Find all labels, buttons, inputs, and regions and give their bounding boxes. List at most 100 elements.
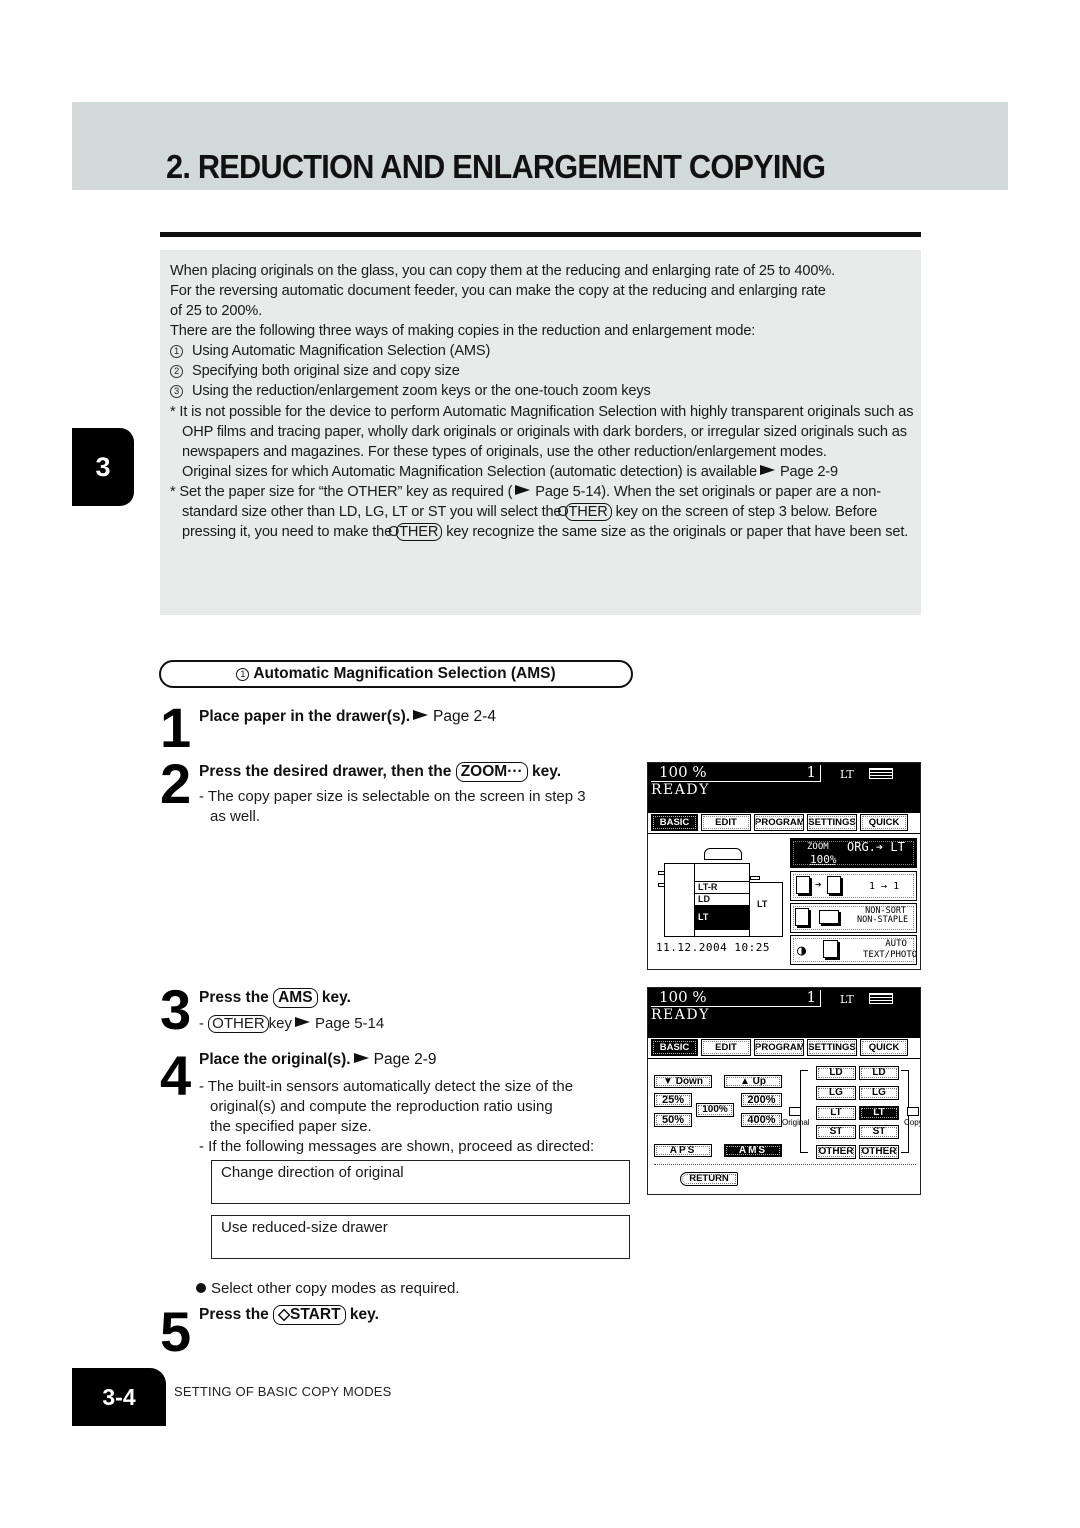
original-size-other[interactable]: OTHER bbox=[816, 1145, 856, 1159]
zoom-25-button[interactable]: 25% bbox=[654, 1093, 692, 1107]
zoom-down-button[interactable]: ▼ Down bbox=[654, 1075, 712, 1088]
copy-label: Copy bbox=[904, 1118, 921, 1127]
arrow-right-icon bbox=[295, 1017, 311, 1027]
step-text-line: - The built-in sensors automatically det… bbox=[199, 1078, 574, 1095]
bullet-text: Select other copy modes as required. bbox=[211, 1280, 460, 1297]
aps-button[interactable]: APS bbox=[654, 1144, 712, 1157]
duplex-button[interactable]: ➔ 1 → 1 bbox=[790, 871, 917, 901]
step-text-line: as well. bbox=[210, 808, 261, 825]
ratio-value: 100 % bbox=[659, 988, 707, 1006]
staple-icon bbox=[819, 910, 839, 924]
tab-edit[interactable]: EDIT bbox=[701, 814, 751, 831]
intro-line: When placing originals on the glass, you… bbox=[170, 263, 836, 279]
copy-size-ld[interactable]: LD bbox=[859, 1066, 899, 1080]
ams-button-selected[interactable]: AMS bbox=[724, 1144, 782, 1157]
step-text-line: - The copy paper size is selectable on t… bbox=[199, 788, 586, 805]
ratio-display: 100 % 1 bbox=[651, 765, 821, 782]
finishing-mode: NON-SORT NON-STAPLE bbox=[857, 907, 908, 925]
copy-size-lg[interactable]: LG bbox=[859, 1086, 899, 1100]
paper-size: LT bbox=[840, 993, 854, 1006]
copy-size-icon bbox=[907, 1107, 919, 1116]
original-size-ld[interactable]: LD bbox=[816, 1066, 856, 1080]
chapter-tab: 3 bbox=[72, 428, 134, 506]
step-heading-text: key. bbox=[321, 989, 351, 1006]
dash: - bbox=[199, 1015, 204, 1032]
note-ref-text: Original sizes for which Automatic Magni… bbox=[182, 464, 757, 480]
finishing-staple: NON-STAPLE bbox=[857, 915, 909, 925]
exit-tray-icon bbox=[750, 876, 760, 880]
step-text-line: key bbox=[268, 1015, 293, 1032]
intro-line: of 25 to 200%. bbox=[170, 303, 263, 319]
tab-program[interactable]: PROGRAM bbox=[754, 1039, 805, 1056]
page-link[interactable]: Page 2-9 bbox=[374, 1051, 437, 1068]
tab-settings[interactable]: SETTINGS bbox=[807, 1039, 857, 1056]
original-size-lt[interactable]: LT bbox=[816, 1106, 856, 1120]
page-link[interactable]: Page 5-14 bbox=[315, 1015, 384, 1032]
copy-size-lt-selected[interactable]: LT bbox=[859, 1106, 899, 1120]
copy-size-other[interactable]: OTHER bbox=[859, 1145, 899, 1159]
arrow-icon: ➔ bbox=[815, 878, 822, 891]
note-text: key recognize the same size as the origi… bbox=[446, 524, 909, 540]
tab-underline bbox=[648, 1058, 920, 1059]
zoom-200-button[interactable]: 200% bbox=[741, 1093, 782, 1107]
zoom-400-button[interactable]: 400% bbox=[741, 1113, 782, 1127]
step-heading-text: Press the bbox=[199, 989, 269, 1006]
zoom-100-button[interactable]: 100% bbox=[696, 1103, 734, 1117]
zoom-label: ZOOM bbox=[807, 842, 829, 852]
step-text-line: the specified paper size. bbox=[210, 1118, 372, 1135]
page-link[interactable]: Page 2-4 bbox=[433, 708, 496, 725]
zoom-50-button[interactable]: 50% bbox=[654, 1113, 692, 1127]
finisher-body bbox=[664, 863, 695, 937]
copy-size-st[interactable]: ST bbox=[859, 1125, 899, 1139]
page-link[interactable]: Page 2-9 bbox=[780, 464, 838, 480]
drawer-button-selected[interactable]: LT bbox=[694, 905, 750, 930]
way-text: Specifying both original size and copy s… bbox=[192, 363, 460, 379]
return-button[interactable]: RETURN bbox=[680, 1172, 738, 1186]
divider bbox=[654, 1164, 916, 1165]
paper-level-icon bbox=[869, 993, 893, 1004]
step-2-text: - The copy paper size is selectable on t… bbox=[199, 787, 586, 827]
tab-edit[interactable]: EDIT bbox=[701, 1039, 751, 1056]
step-number-5: 5 bbox=[160, 1300, 191, 1363]
section-rule bbox=[160, 232, 921, 237]
zoom-up-button[interactable]: ▲ Up bbox=[724, 1075, 782, 1088]
intro-line: For the reversing automatic document fee… bbox=[170, 283, 826, 299]
tab-quick[interactable]: QUICK bbox=[860, 814, 908, 831]
image-mode: AUTO TEXT/PHOTO bbox=[863, 939, 917, 961]
step-5-heading: Press the ◇START key. bbox=[199, 1305, 379, 1325]
ams-keycap: AMS bbox=[273, 988, 318, 1008]
image-mode-type: TEXT/PHOTO bbox=[863, 950, 918, 960]
tab-program[interactable]: PROGRAM bbox=[754, 814, 805, 831]
ratio-value: 100 % bbox=[659, 763, 707, 781]
tab-basic[interactable]: BASIC bbox=[651, 814, 698, 831]
original-page-icon bbox=[796, 876, 810, 894]
message-box: Change direction of original bbox=[211, 1160, 630, 1204]
duplex-mode: 1 → 1 bbox=[869, 881, 900, 892]
zoom-button[interactable]: ZOOM ORG.➔ LT 100% bbox=[790, 838, 917, 868]
finishing-button[interactable]: NON-SORT NON-STAPLE bbox=[790, 903, 917, 933]
image-mode-button[interactable]: ◑ AUTO TEXT/PHOTO bbox=[790, 935, 917, 965]
tab-quick[interactable]: QUICK bbox=[860, 1039, 908, 1056]
step-2-heading: Press the desired drawer, then the ZOOM·… bbox=[199, 762, 561, 782]
tab-bar: BASIC EDIT PROGRAM SETTINGS QUICK bbox=[651, 813, 908, 832]
status-area: 100 % 1 READY LT bbox=[648, 763, 920, 813]
original-size-icon bbox=[789, 1107, 801, 1116]
zoom-value: 100% bbox=[810, 853, 837, 866]
paper-level-icon bbox=[869, 768, 893, 779]
tab-bar: BASIC EDIT PROGRAM SETTINGS QUICK bbox=[651, 1038, 908, 1057]
way-text: Using the reduction/enlargement zoom key… bbox=[192, 383, 651, 399]
other-keycap: OTHER bbox=[388, 523, 443, 541]
original-size-lg[interactable]: LG bbox=[816, 1086, 856, 1100]
lcd-screen-basic: 100 % 1 READY LT BASIC EDIT PROGRAM SETTI… bbox=[647, 762, 921, 970]
page-title: 2. REDUCTION AND ENLARGEMENT COPYING bbox=[166, 148, 826, 185]
original-size-st[interactable]: ST bbox=[816, 1125, 856, 1139]
date-time: 11.12.2004 10:25 bbox=[656, 941, 770, 954]
page-link[interactable]: Page 5-14 bbox=[535, 484, 601, 500]
step-heading-text: Place the original(s). bbox=[199, 1051, 351, 1068]
step-heading-text: key. bbox=[349, 1306, 379, 1323]
copy-count: 1 bbox=[806, 988, 816, 1006]
bypass-tray[interactable]: LT bbox=[749, 882, 783, 937]
tab-basic[interactable]: BASIC bbox=[651, 1039, 698, 1056]
step-1-heading: Place paper in the drawer(s). Page 2-4 bbox=[199, 708, 496, 726]
tab-settings[interactable]: SETTINGS bbox=[807, 814, 857, 831]
